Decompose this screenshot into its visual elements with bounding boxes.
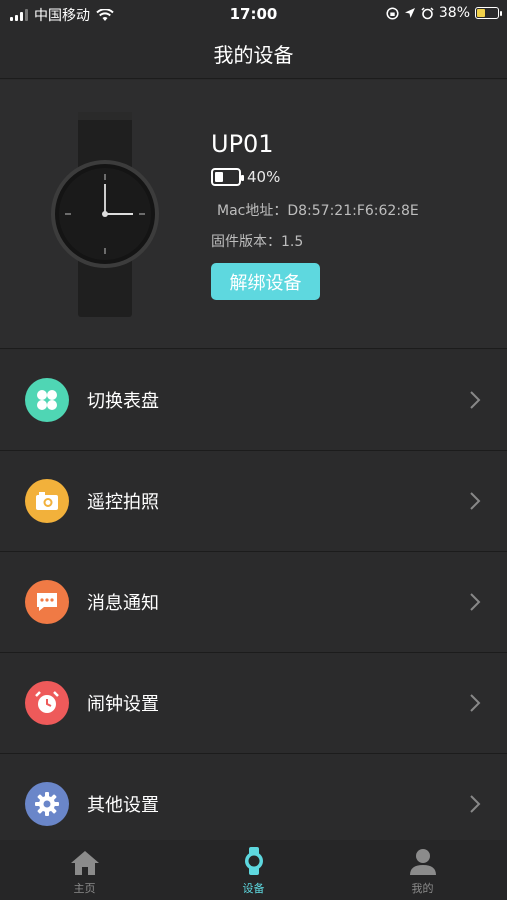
menu-label: 切换表盘 <box>87 391 159 412</box>
watch-icon <box>244 847 263 875</box>
chevron-right-icon <box>470 795 481 813</box>
rotation-lock-icon <box>386 6 399 20</box>
watch-image <box>51 112 159 317</box>
device-battery-percent: 40% <box>247 168 281 186</box>
message-icon <box>25 580 69 624</box>
location-icon <box>404 8 415 18</box>
menu-item-remote-camera[interactable]: 遥控拍照 <box>0 451 507 552</box>
tab-device[interactable]: 设备 <box>169 840 338 900</box>
menu-label: 消息通知 <box>87 593 159 614</box>
settings-menu: 切换表盘 遥控拍照 消息通知 闹钟设置 其他设置 <box>0 350 507 855</box>
person-icon <box>409 849 436 875</box>
device-name: UP01 <box>211 130 274 158</box>
menu-label: 其他设置 <box>87 795 159 816</box>
mac-address: Mac地址：D8:57:21:F6:62:8E <box>217 203 419 219</box>
menu-item-watchface[interactable]: 切换表盘 <box>0 350 507 451</box>
menu-label: 闹钟设置 <box>87 694 159 715</box>
chevron-right-icon <box>470 391 481 409</box>
tab-label: 设备 <box>242 882 265 895</box>
alarm-status-icon <box>421 6 434 19</box>
watchface-icon <box>25 378 69 422</box>
tab-label: 我的 <box>411 882 434 895</box>
gear-icon <box>25 782 69 826</box>
status-bar: 中国移动 17:00 38% <box>0 0 507 28</box>
device-card: UP01 40% Mac地址：D8:57:21:F6:62:8E 固件版本：1.… <box>0 80 507 349</box>
unbind-device-button[interactable]: 解绑设备 <box>211 263 320 300</box>
battery-icon <box>475 7 502 19</box>
chevron-right-icon <box>470 492 481 510</box>
battery-percent: 38% <box>438 5 470 21</box>
tab-home[interactable]: 主页 <box>0 840 169 900</box>
home-icon <box>70 851 99 875</box>
page-title: 我的设备 <box>0 28 507 79</box>
camera-icon <box>25 479 69 523</box>
chevron-right-icon <box>470 694 481 712</box>
device-battery-icon <box>211 168 244 186</box>
alarm-icon <box>25 681 69 725</box>
tab-mine[interactable]: 我的 <box>338 840 507 900</box>
menu-label: 遥控拍照 <box>87 492 159 513</box>
chevron-right-icon <box>470 593 481 611</box>
firmware-version: 固件版本：1.5 <box>211 234 304 250</box>
device-battery: 40% <box>211 168 280 186</box>
menu-item-alarm[interactable]: 闹钟设置 <box>0 653 507 754</box>
tab-label: 主页 <box>73 882 96 895</box>
menu-item-notifications[interactable]: 消息通知 <box>0 552 507 653</box>
status-right: 38% <box>386 5 502 21</box>
tab-bar: 主页 设备 我的 <box>0 840 507 900</box>
